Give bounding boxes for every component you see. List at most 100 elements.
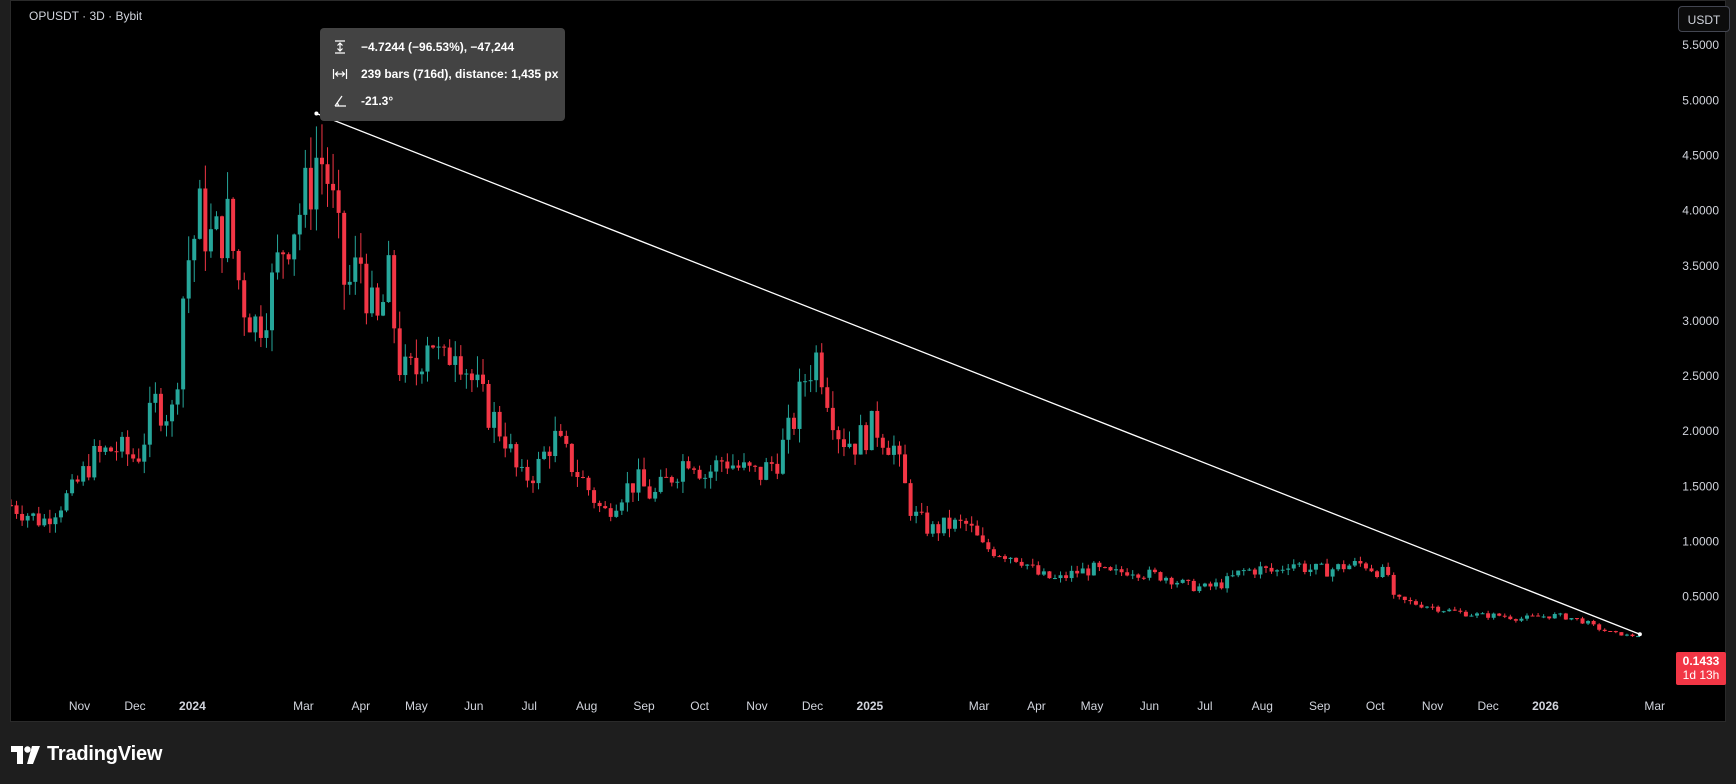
candle-body bbox=[742, 462, 747, 468]
candle-body bbox=[569, 443, 574, 473]
candle-body bbox=[264, 330, 269, 338]
candle-body bbox=[158, 393, 163, 426]
candle-body bbox=[92, 445, 97, 478]
candle-body bbox=[803, 381, 808, 383]
measure-tooltip: −4.7244 (−96.53%), −47,244 239 bars (716… bbox=[320, 28, 565, 121]
candle-body bbox=[903, 454, 908, 484]
last-price-label[interactable]: 0.1433 1d 13h bbox=[1676, 652, 1726, 685]
candle-body bbox=[192, 238, 197, 261]
candle-body bbox=[592, 490, 597, 503]
candle-body bbox=[275, 252, 280, 273]
candle-body bbox=[747, 462, 752, 466]
time-tick-label: Apr bbox=[1027, 699, 1046, 713]
candle-body bbox=[464, 373, 469, 375]
trendline-anchor-end[interactable] bbox=[1637, 632, 1642, 637]
candle-body bbox=[1536, 615, 1541, 617]
candle-body bbox=[825, 387, 830, 408]
tooltip-row-bars: 239 bars (716d), distance: 1,435 px bbox=[332, 64, 558, 84]
candle-body bbox=[614, 510, 619, 517]
time-tick-label: Mar bbox=[293, 699, 314, 713]
time-tick-label: Aug bbox=[1252, 699, 1273, 713]
candle-body bbox=[20, 513, 25, 521]
last-price-value: 0.1433 bbox=[1682, 654, 1720, 668]
candle-body bbox=[1047, 571, 1052, 579]
candle-body bbox=[1541, 616, 1546, 618]
candle-body bbox=[1097, 562, 1102, 568]
candle-body bbox=[1030, 564, 1035, 566]
time-tick-label: Nov bbox=[746, 699, 767, 713]
price-tick-label: 3.5000 bbox=[1682, 259, 1719, 273]
candle-body bbox=[1369, 568, 1374, 572]
candle-body bbox=[1308, 569, 1313, 573]
candle-body bbox=[236, 250, 241, 281]
candle-body bbox=[1186, 579, 1191, 581]
candle-body bbox=[1447, 609, 1452, 612]
candle-body bbox=[64, 493, 69, 511]
candle-body bbox=[1608, 631, 1613, 633]
candle-body bbox=[1297, 563, 1302, 565]
candle-body bbox=[1158, 572, 1163, 581]
price-chart[interactable]: 5.5000 5.0000 4.5000 4.0000 3.5000 3.0000 2.50… bbox=[11, 1, 1727, 723]
candle-body bbox=[253, 316, 258, 333]
time-tick-label: Apr bbox=[351, 699, 370, 713]
candle-body bbox=[1413, 601, 1418, 605]
currency-button[interactable]: USDT bbox=[1678, 6, 1730, 32]
candle-body bbox=[1397, 594, 1402, 597]
candle-body bbox=[1008, 557, 1013, 559]
candle-body bbox=[258, 316, 263, 338]
time-tick-label: Jun bbox=[464, 699, 483, 713]
trendline[interactable] bbox=[316, 112, 1641, 635]
candle-body bbox=[325, 164, 330, 184]
candle-body bbox=[1330, 569, 1335, 577]
price-axis[interactable]: 5.5000 5.0000 4.5000 4.0000 3.5000 3.0000 2.50… bbox=[1682, 38, 1719, 604]
candle-body bbox=[608, 508, 613, 517]
chart-panel[interactable]: 5.5000 5.0000 4.5000 4.0000 3.5000 3.0000 2.50… bbox=[10, 0, 1730, 723]
candle-body bbox=[1436, 606, 1441, 612]
candle-body bbox=[1580, 618, 1585, 624]
candle-body bbox=[1558, 613, 1563, 615]
candle-body bbox=[170, 404, 175, 422]
candle-body bbox=[625, 483, 630, 503]
candle-body bbox=[369, 287, 374, 314]
candle-body bbox=[1375, 571, 1380, 578]
candle-body bbox=[930, 524, 935, 534]
candle-body bbox=[791, 417, 796, 429]
candle-body bbox=[186, 260, 191, 299]
time-tick-label: Nov bbox=[1422, 699, 1443, 713]
bar-countdown: 1d 13h bbox=[1682, 668, 1720, 682]
candle-body bbox=[686, 461, 691, 469]
price-tick-label: 5.5000 bbox=[1682, 38, 1719, 52]
candle-body bbox=[1491, 613, 1496, 618]
candle-body bbox=[836, 430, 841, 440]
candle-body bbox=[120, 436, 125, 452]
tradingview-logo[interactable]: TradingView bbox=[11, 743, 162, 766]
candle-body bbox=[36, 513, 41, 526]
trendline-anchor-start[interactable] bbox=[314, 111, 319, 116]
candle-body bbox=[1102, 567, 1107, 569]
candle-body bbox=[1441, 611, 1446, 613]
candle-body bbox=[1602, 629, 1607, 632]
candle-body bbox=[86, 466, 91, 478]
time-tick-label: May bbox=[405, 699, 428, 713]
candle-body bbox=[469, 373, 474, 381]
candle-body bbox=[1591, 620, 1596, 625]
candle-body bbox=[1064, 575, 1069, 579]
candle-body bbox=[1075, 570, 1080, 574]
candle-body bbox=[436, 346, 441, 348]
candle-body bbox=[1219, 582, 1224, 589]
trendline-layer[interactable] bbox=[314, 111, 1642, 637]
candle-body bbox=[1202, 583, 1207, 587]
candle-body bbox=[914, 511, 919, 516]
candle-body bbox=[1524, 615, 1529, 619]
candle-body bbox=[708, 471, 713, 478]
candle-body bbox=[880, 437, 885, 448]
candle-body bbox=[14, 505, 19, 514]
time-axis[interactable]: Nov Dec 2024 Mar Apr May Jun Jul Aug Sep Oct Nov Dec… bbox=[69, 699, 1665, 713]
candle-body bbox=[919, 511, 924, 513]
candle-body bbox=[1363, 563, 1368, 569]
candle-body bbox=[692, 468, 697, 470]
time-tick-label: May bbox=[1081, 699, 1104, 713]
candle-body bbox=[925, 512, 930, 534]
candle-body bbox=[1041, 571, 1046, 575]
candle-body bbox=[1336, 564, 1341, 570]
